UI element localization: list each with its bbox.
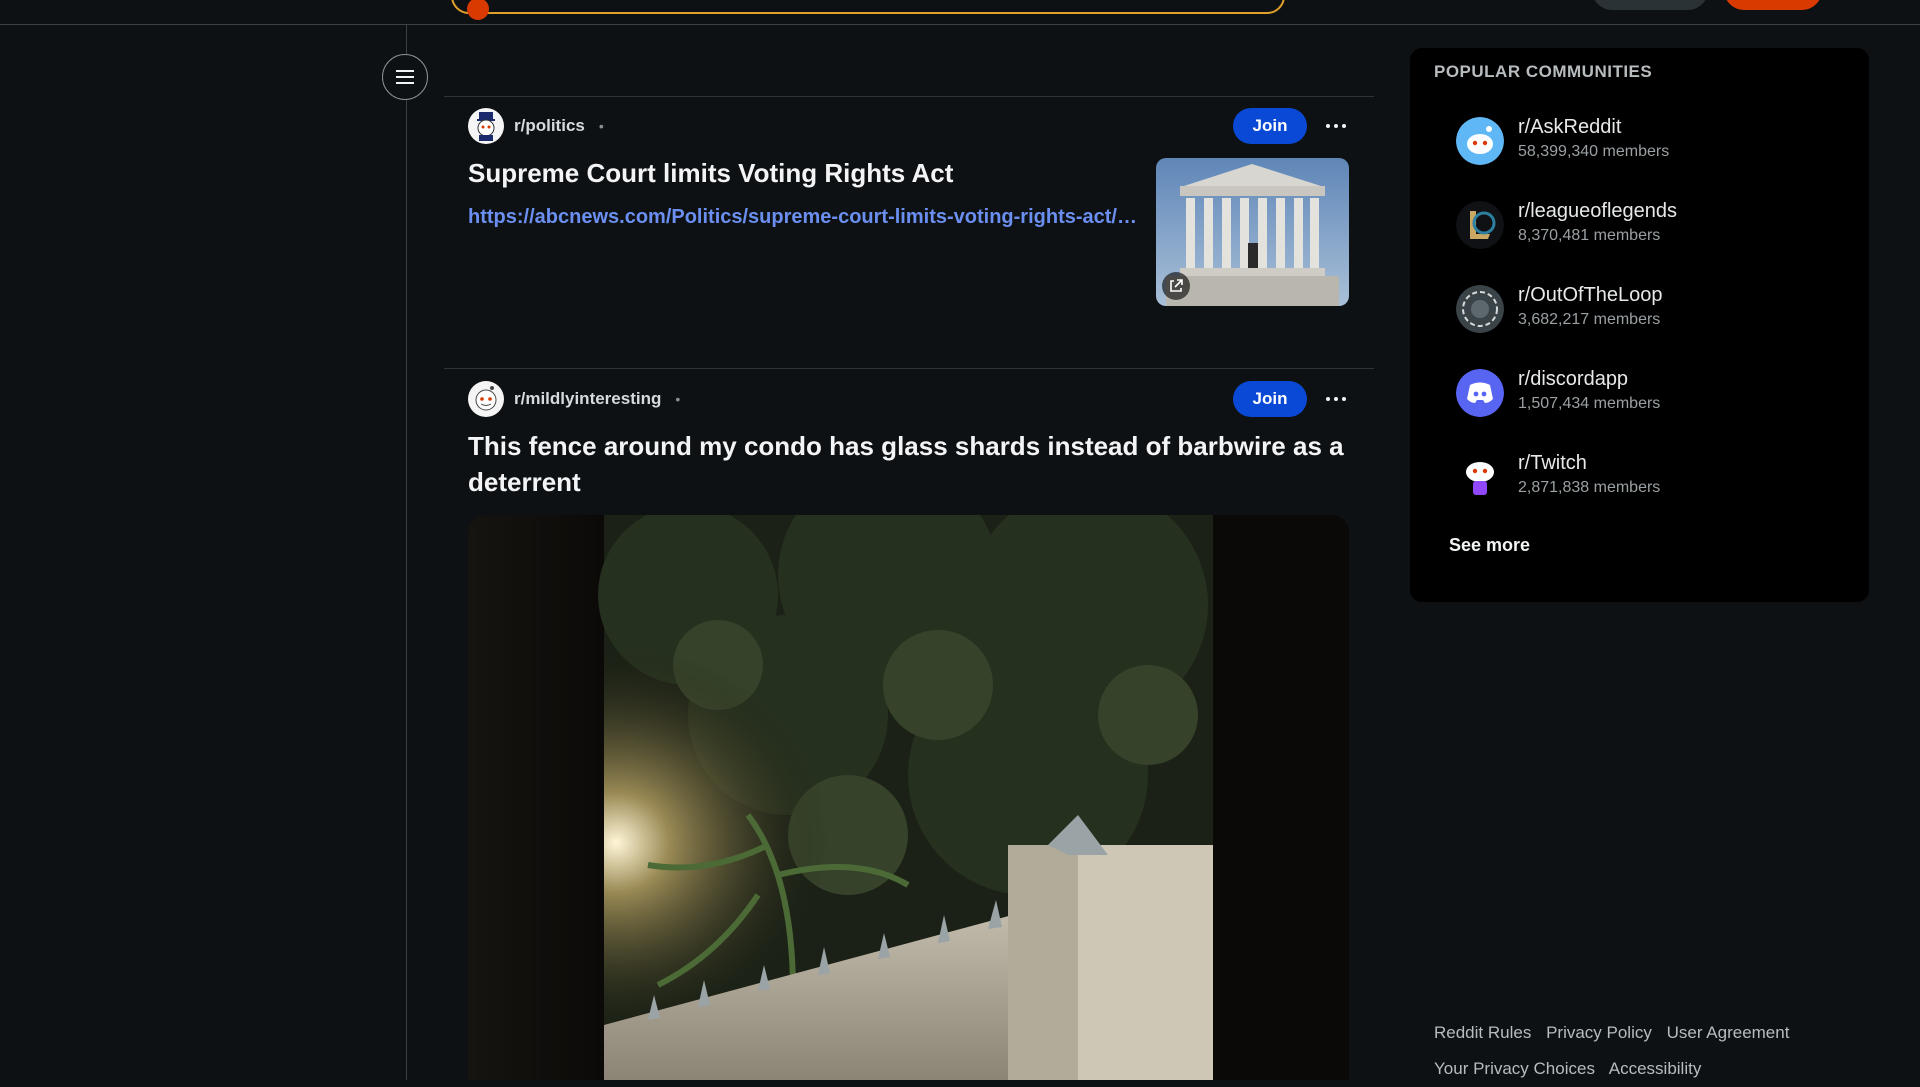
top-header (0, 0, 1920, 25)
separator: • (675, 391, 681, 407)
join-button[interactable]: Join (1233, 108, 1307, 144)
outoftheloop-icon (1456, 285, 1504, 333)
community-name: r/AskReddit (1518, 116, 1622, 138)
subreddit-name[interactable]: r/mildlyinteresting (514, 389, 661, 409)
post-header: r/politics • (468, 108, 604, 144)
popular-communities-panel: POPULAR COMMUNITIES r/AskReddit 58,399,3… (1410, 48, 1869, 602)
more-options-button[interactable] (1318, 108, 1354, 144)
post-title[interactable]: This fence around my condo has glass sha… (468, 428, 1348, 500)
subreddit-avatar[interactable] (468, 381, 504, 417)
community-item-discordapp[interactable]: r/discordapp 1,507,434 members (1456, 362, 1836, 422)
overflow-menu-icon (1326, 397, 1330, 401)
privacy-policy-link[interactable]: Privacy Policy (1546, 1023, 1652, 1042)
community-members: 3,682,217 members (1518, 311, 1661, 328)
community-members: 58,399,340 members (1518, 143, 1670, 160)
overflow-dot (1342, 397, 1346, 401)
community-item-twitch[interactable]: r/Twitch 2,871,838 members (1456, 446, 1836, 506)
separator: • (598, 118, 604, 134)
discord-icon (1456, 369, 1504, 417)
post-media[interactable] (468, 515, 1349, 1080)
search-input[interactable] (451, 0, 1285, 20)
sidebar-toggle-button[interactable] (382, 54, 428, 100)
community-members: 8,370,481 members (1518, 227, 1661, 244)
see-more-link[interactable]: See more (1449, 535, 1530, 556)
community-name: r/leagueoflegends (1518, 200, 1678, 222)
join-button[interactable]: Join (1233, 381, 1307, 417)
community-members: 1,507,434 members (1518, 395, 1661, 412)
subreddit-avatar[interactable] (468, 108, 504, 144)
overflow-menu-icon (1326, 124, 1330, 128)
politics-snoo-icon (477, 112, 495, 141)
post-thumbnail[interactable] (1156, 158, 1349, 306)
user-agreement-link[interactable]: User Agreement (1667, 1023, 1790, 1042)
overflow-dot (1342, 124, 1346, 128)
reddit-rules-link[interactable]: Reddit Rules (1434, 1023, 1531, 1042)
hamburger-menu-icon (396, 70, 414, 84)
header-button[interactable] (1592, 0, 1708, 10)
subreddit-name[interactable]: r/politics (514, 116, 585, 136)
twitch-icon (1456, 453, 1504, 501)
post-divider (444, 96, 1374, 97)
footer-links: Reddit Rules Privacy Policy User Agreeme… (1434, 1015, 1864, 1087)
mildlyinteresting-snoo-icon (475, 386, 497, 411)
more-options-button[interactable] (1318, 381, 1354, 417)
community-name: r/discordapp (1518, 368, 1629, 390)
leagueoflegends-icon (1456, 201, 1504, 249)
community-item-leagueoflegends[interactable]: r/leagueoflegends 8,370,481 members (1456, 194, 1836, 254)
post-link[interactable]: https://abcnews.com/Politics/supreme-cou… (468, 206, 1144, 229)
reddit-logo-icon (467, 0, 489, 20)
header-action-button[interactable] (1724, 0, 1822, 10)
external-link-icon (1162, 272, 1190, 300)
post-divider (444, 368, 1374, 369)
askreddit-icon (1456, 117, 1504, 165)
community-item-outoftheloop[interactable]: r/OutOfTheLoop 3,682,217 members (1456, 278, 1836, 338)
fence-photo-image (468, 515, 1349, 1080)
left-sidebar-divider (406, 25, 407, 1080)
community-name: r/OutOfTheLoop (1518, 284, 1663, 306)
post-header: r/mildlyinteresting • (468, 381, 680, 417)
community-item-askreddit[interactable]: r/AskReddit 58,399,340 members (1456, 110, 1836, 170)
accessibility-link[interactable]: Accessibility (1609, 1059, 1702, 1078)
privacy-choices-link[interactable]: Your Privacy Choices (1434, 1059, 1595, 1078)
overflow-dot (1334, 397, 1338, 401)
community-members: 2,871,838 members (1518, 479, 1661, 496)
overflow-dot (1334, 124, 1338, 128)
panel-heading: POPULAR COMMUNITIES (1434, 62, 1653, 81)
community-name: r/Twitch (1518, 452, 1587, 474)
